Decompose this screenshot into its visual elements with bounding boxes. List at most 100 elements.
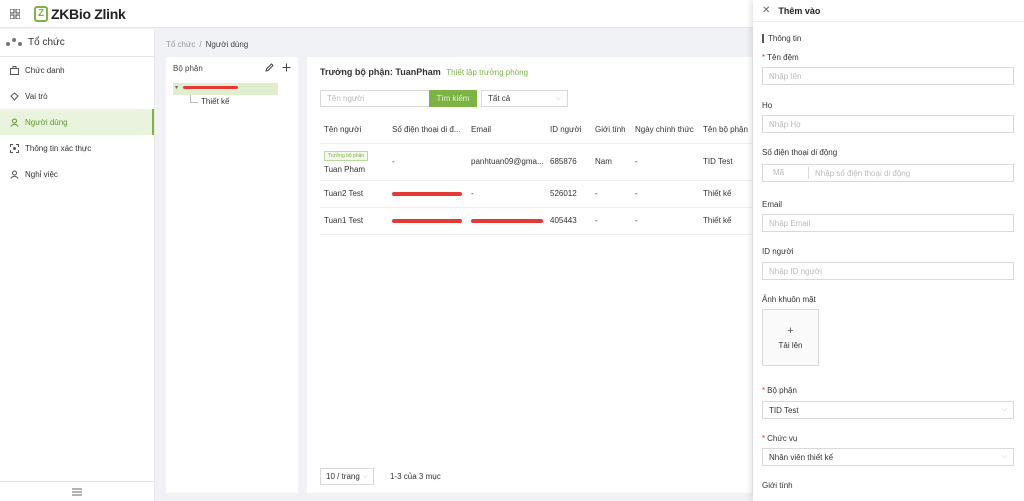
sidebar-header[interactable]: Tổ chức — [0, 29, 154, 57]
cell-date: - — [631, 143, 699, 181]
cell-name[interactable]: Tuan2 Test — [320, 180, 388, 208]
page-info: 1-3 của 3 mục — [390, 472, 441, 481]
position-label: * Chức vụ — [762, 434, 798, 443]
phone-placeholder: Nhập số điện thoại di động — [815, 168, 911, 178]
redacted-mark — [392, 192, 462, 196]
department-head-title: Trưởng bộ phận: TuanPham — [320, 67, 441, 77]
caret-down-icon[interactable]: ▾ — [175, 84, 178, 91]
section-title: Thông tin — [762, 34, 801, 43]
tree-node-label: Thiết kế — [201, 97, 230, 106]
app-root: Z ZKBio Zlink Tổ chức Chức danh Vai trò … — [0, 0, 1024, 501]
cell-dept: Thiết kế — [699, 180, 752, 208]
table-row[interactable]: Tuan1 Test 405443 - - Thiết kế — [320, 207, 752, 235]
sidebar-item-credentials[interactable]: Thông tin xác thực — [0, 135, 154, 161]
collapse-menu-icon[interactable] — [0, 481, 154, 501]
chevron-down-icon: ⌵ — [1001, 406, 1007, 413]
set-head-link[interactable]: Thiết lập trưởng phòng — [446, 68, 528, 77]
department-title: Bộ phận — [173, 63, 203, 73]
department-panel: Bộ phận ▾ Thiết kế — [166, 57, 298, 493]
tree-line — [190, 94, 198, 103]
table-header-row: Tên người Số điện thoại di đ... Email ID… — [320, 117, 752, 144]
chevron-down-icon: ⌵ — [555, 94, 561, 102]
upload-label: Tải lên — [778, 341, 803, 350]
scan-icon — [9, 143, 19, 153]
cell-email: - — [467, 180, 546, 208]
main-panel: Trưởng bộ phận: TuanPham Thiết lập trưởn… — [307, 57, 752, 493]
sidebar-item-positions[interactable]: Chức danh — [0, 57, 154, 83]
position-select[interactable]: Nhân viên thiết kế ⌵ — [762, 448, 1014, 466]
search-input[interactable]: Tên người — [320, 90, 429, 107]
column-header[interactable]: Giới tính — [591, 117, 631, 144]
search-row: Tên người Tìm kiếm Tất cả ⌵ — [320, 90, 568, 107]
cell-gender: - — [591, 207, 631, 235]
column-header[interactable]: Email — [467, 117, 546, 144]
cell-date: - — [631, 180, 699, 208]
column-header[interactable]: Tên bộ phận — [699, 117, 752, 144]
sidebar-item-roles[interactable]: Vai trò — [0, 83, 154, 109]
email-label: Email — [762, 200, 783, 209]
cell-date: - — [631, 207, 699, 235]
middle-name-input[interactable]: Nhập tên — [762, 67, 1014, 85]
breadcrumb-parent[interactable]: Tổ chức — [166, 40, 195, 49]
search-button[interactable]: Tìm kiếm — [429, 90, 477, 107]
add-icon[interactable] — [282, 63, 291, 74]
breadcrumb-separator: / — [199, 40, 202, 49]
last-name-input[interactable]: Nhập Họ — [762, 115, 1014, 133]
close-icon[interactable]: ✕ — [762, 5, 770, 16]
drawer-title: Thêm vào — [778, 5, 821, 16]
email-input[interactable]: Nhập Email — [762, 214, 1014, 232]
sidebar-item-label: Thông tin xác thực — [25, 143, 92, 153]
users-table: Tên người Số điện thoại di đ... Email ID… — [320, 117, 752, 235]
phone-prefix-select[interactable]: Mã — [773, 167, 809, 179]
sidebar-item-label: Nghỉ việc — [25, 169, 58, 179]
table-row[interactable]: Trưởng bộ phận Tuan Pham - panhtuan09@gm… — [320, 143, 752, 181]
cell-id: 685876 — [546, 143, 591, 181]
sidebar-item-resigned[interactable]: Nghỉ việc — [0, 161, 154, 187]
breadcrumb: Tổ chức / Người dùng — [166, 40, 248, 49]
column-header[interactable]: Tên người — [320, 117, 388, 144]
user-leave-icon — [9, 169, 19, 179]
person-id-input[interactable]: Nhập ID người — [762, 262, 1014, 280]
sidebar-item-users[interactable]: Người dùng — [0, 109, 154, 135]
edit-icon[interactable] — [265, 62, 274, 74]
user-name[interactable]: Tuan Pham — [324, 165, 365, 174]
phone-input[interactable]: Mã Nhập số điện thoại di động — [762, 164, 1014, 182]
phone-label: Số điện thoại di động — [762, 148, 838, 157]
status-filter-select[interactable]: Tất cả ⌵ — [481, 90, 568, 107]
status-filter-value: Tất cả — [488, 94, 511, 103]
cell-name: Trưởng bộ phận Tuan Pham — [320, 143, 388, 181]
role-icon — [9, 91, 19, 101]
column-header[interactable]: Số điện thoại di đ... — [388, 117, 467, 144]
logo-mark: Z — [34, 5, 48, 22]
page-size-select[interactable]: 10 / trang ⌵ — [320, 468, 374, 485]
gender-label: Giới tính — [762, 481, 793, 490]
column-header[interactable]: ID người — [546, 117, 591, 144]
upload-button[interactable]: + Tải lên — [762, 309, 819, 366]
face-photo-label: Ảnh khuôn mặt — [762, 295, 816, 304]
column-header[interactable]: Ngày chính thức — [631, 117, 699, 144]
last-name-label: Họ — [762, 101, 773, 110]
chevron-down-icon: ⌵ — [1001, 453, 1007, 460]
organization-icon — [6, 37, 22, 48]
cell-gender: Nam — [591, 143, 631, 181]
page-size-value: 10 / trang — [326, 472, 360, 481]
cell-gender: - — [591, 180, 631, 208]
table-row[interactable]: Tuan2 Test - 526012 - - Thiết kế — [320, 180, 752, 208]
tree-node-design[interactable]: Thiết kế — [190, 94, 298, 106]
sidebar-header-label: Tổ chức — [28, 37, 65, 48]
page-title: Trưởng bộ phận: TuanPham Thiết lập trưởn… — [320, 67, 528, 77]
cell-dept: Thiết kế — [699, 207, 752, 235]
cell-phone — [388, 180, 467, 208]
plus-icon: + — [787, 325, 794, 337]
redacted-mark — [471, 219, 543, 223]
logo-text: ZKBio Zlink — [51, 5, 126, 22]
briefcase-icon — [9, 65, 19, 75]
department-select[interactable]: TID Test ⌵ — [762, 401, 1014, 419]
breadcrumb-current: Người dùng — [205, 40, 249, 49]
cell-name[interactable]: Tuan1 Test — [320, 207, 388, 235]
position-value: Nhân viên thiết kế — [769, 452, 834, 462]
user-icon — [9, 117, 19, 127]
app-grid-icon[interactable] — [4, 3, 26, 25]
tree-node-root[interactable]: ▾ — [173, 83, 278, 95]
redacted-mark — [392, 219, 462, 223]
